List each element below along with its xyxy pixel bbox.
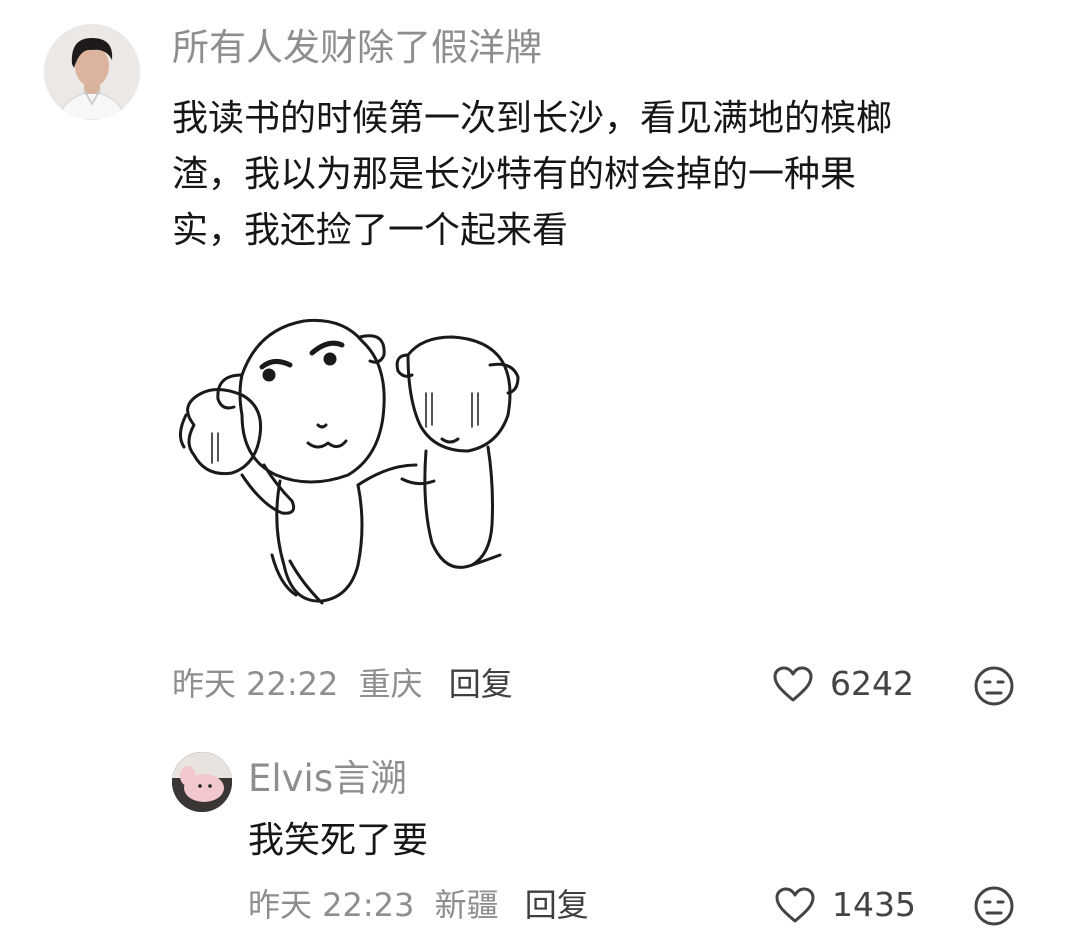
comment-text-line: 我读书的时候第一次到长沙，看见满地的槟榔 [172, 98, 893, 139]
comment-sticker-image[interactable] [172, 315, 532, 615]
dislike-face-icon [974, 886, 1014, 926]
comment-text-line: 渣，我以为那是长沙特有的树会掉的一种果 [172, 154, 857, 195]
reply-like-button[interactable]: 1435 [774, 885, 916, 925]
reply-text: 我笑死了要 [248, 820, 429, 861]
dislike-face-icon [974, 666, 1014, 706]
heart-icon [773, 666, 813, 702]
reply-username[interactable]: Elvis言溯 [248, 757, 407, 801]
comment-text-line: 实，我还捡了一个起来看 [172, 210, 569, 251]
reply-dislike-button[interactable] [972, 884, 1016, 928]
heart-icon [775, 887, 815, 923]
reply-time: 昨天 22:23 [248, 886, 415, 924]
reply-reply-button[interactable]: 回复 [525, 886, 589, 924]
comment-like-button[interactable]: 6242 [772, 664, 914, 704]
comment-dislike-button[interactable] [972, 664, 1016, 708]
comment-like-count: 6242 [830, 664, 914, 703]
comment-avatar[interactable] [44, 24, 140, 120]
reply-meta: 昨天 22:23 新疆 回复 [248, 885, 589, 925]
avatar-portrait-image [44, 24, 140, 120]
reply-location: 新疆 [434, 886, 499, 924]
reply-like-count: 1435 [832, 885, 916, 924]
comment-reply-button[interactable]: 回复 [449, 665, 513, 703]
reply-avatar[interactable] [172, 752, 232, 812]
comment-time: 昨天 22:22 [172, 665, 339, 703]
comment-username[interactable]: 所有人发财除了假洋牌 [172, 26, 542, 70]
comment-meta: 昨天 22:22 重庆 回复 [172, 664, 513, 704]
avatar-plush-image [172, 752, 232, 812]
comment-location: 重庆 [358, 665, 423, 703]
comment-text: 我读书的时候第一次到长沙，看见满地的槟榔 渣，我以为那是长沙特有的树会掉的一种果… [172, 91, 1032, 259]
